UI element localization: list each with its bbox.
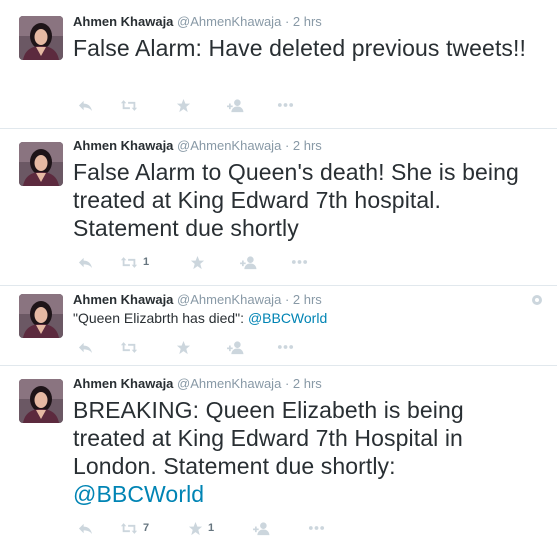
separator: · <box>284 138 290 153</box>
more-button[interactable] <box>277 338 294 356</box>
retweet-icon <box>120 255 138 270</box>
reply-icon <box>78 255 93 270</box>
tweet-header: Ahmen Khawaja @AhmenKhawaja · 2 hrs <box>73 376 322 391</box>
favorite-button[interactable] <box>176 338 196 356</box>
retweet-count: 7 <box>143 522 150 534</box>
avatar[interactable] <box>19 142 63 186</box>
retweet-button[interactable] <box>120 338 143 356</box>
more-button[interactable] <box>308 519 325 537</box>
retweet-icon <box>120 340 138 355</box>
follow-icon <box>253 521 270 536</box>
favorite-button[interactable] <box>190 253 210 271</box>
tweet-text: "Queen Elizabrth has died": @BBCWorld <box>73 310 543 327</box>
reply-icon <box>78 340 93 355</box>
mention-link[interactable]: @BBCWorld <box>248 310 327 326</box>
favorite-button[interactable] <box>176 96 196 114</box>
favorite-icon <box>190 255 205 270</box>
retweet-count: 1 <box>143 256 150 268</box>
favorite-icon <box>188 521 203 536</box>
reply-button[interactable] <box>78 338 93 356</box>
follow-button[interactable] <box>240 253 257 271</box>
tweet[interactable]: Ahmen Khawaja @AhmenKhawaja · 2 hrs Fals… <box>0 0 557 129</box>
more-icon <box>308 525 325 531</box>
tweet-header: Ahmen Khawaja @AhmenKhawaja · 2 hrs <box>73 138 322 153</box>
reply-button[interactable] <box>78 96 93 114</box>
follow-icon <box>227 98 244 113</box>
author-name[interactable]: Ahmen Khawaja <box>73 14 173 29</box>
separator: · <box>284 292 290 307</box>
favorite-icon <box>176 98 191 113</box>
tweet[interactable]: Ahmen Khawaja @AhmenKhawaja · 2 hrs Fals… <box>0 128 557 286</box>
separator: · <box>284 14 290 29</box>
author-handle[interactable]: @AhmenKhawaja <box>177 376 281 391</box>
more-icon <box>277 102 294 108</box>
avatar[interactable] <box>19 379 63 423</box>
avatar[interactable] <box>19 16 63 60</box>
favorite-button[interactable]: 1 <box>188 519 214 537</box>
avatar[interactable] <box>19 294 63 338</box>
author-handle[interactable]: @AhmenKhawaja <box>177 14 281 29</box>
more-icon <box>291 259 308 265</box>
tweet[interactable]: Ahmen Khawaja @AhmenKhawaja · 2 hrs BREA… <box>0 365 557 546</box>
tweet-header: Ahmen Khawaja @AhmenKhawaja · 2 hrs <box>73 14 322 29</box>
favorite-count: 1 <box>208 522 215 534</box>
tweet-header: Ahmen Khawaja @AhmenKhawaja · 2 hrs <box>73 292 322 307</box>
more-button[interactable] <box>277 96 294 114</box>
reply-icon <box>78 521 93 536</box>
timestamp[interactable]: 2 hrs <box>293 138 322 153</box>
retweet-button[interactable]: 7 <box>120 519 149 537</box>
follow-icon <box>227 340 244 355</box>
timestamp[interactable]: 2 hrs <box>293 292 322 307</box>
tweet-text-body: "Queen Elizabrth has died": <box>73 310 248 326</box>
author-name[interactable]: Ahmen Khawaja <box>73 376 173 391</box>
retweet-icon <box>120 98 138 113</box>
reply-icon <box>78 98 93 113</box>
favorite-icon <box>176 340 191 355</box>
timestamp[interactable]: 2 hrs <box>293 376 322 391</box>
separator: · <box>284 376 290 391</box>
tweet-text-body: BREAKING: Queen Elizabeth is being treat… <box>73 397 464 480</box>
author-handle[interactable]: @AhmenKhawaja <box>177 138 281 153</box>
tweet-text: False Alarm: Have deleted previous tweet… <box>73 35 527 61</box>
reply-button[interactable] <box>78 253 93 271</box>
follow-icon <box>240 255 257 270</box>
settings-icon[interactable] <box>531 293 543 311</box>
retweet-icon <box>120 521 138 536</box>
retweet-button[interactable]: 1 <box>120 253 149 271</box>
author-name[interactable]: Ahmen Khawaja <box>73 292 173 307</box>
follow-button[interactable] <box>227 338 244 356</box>
author-handle[interactable]: @AhmenKhawaja <box>177 292 281 307</box>
author-name[interactable]: Ahmen Khawaja <box>73 138 173 153</box>
more-button[interactable] <box>291 253 308 271</box>
follow-button[interactable] <box>253 519 270 537</box>
retweet-button[interactable] <box>120 96 143 114</box>
follow-button[interactable] <box>227 96 244 114</box>
reply-button[interactable] <box>78 519 93 537</box>
tweet[interactable]: Ahmen Khawaja @AhmenKhawaja · 2 hrs "Que… <box>0 285 557 366</box>
timestamp[interactable]: 2 hrs <box>293 14 322 29</box>
tweet-text: False Alarm to Queen's death! She is bei… <box>73 159 519 242</box>
mention-link[interactable]: @BBCWorld <box>73 481 204 507</box>
tweet-text: BREAKING: Queen Elizabeth is being treat… <box>73 396 493 508</box>
more-icon <box>277 344 294 350</box>
